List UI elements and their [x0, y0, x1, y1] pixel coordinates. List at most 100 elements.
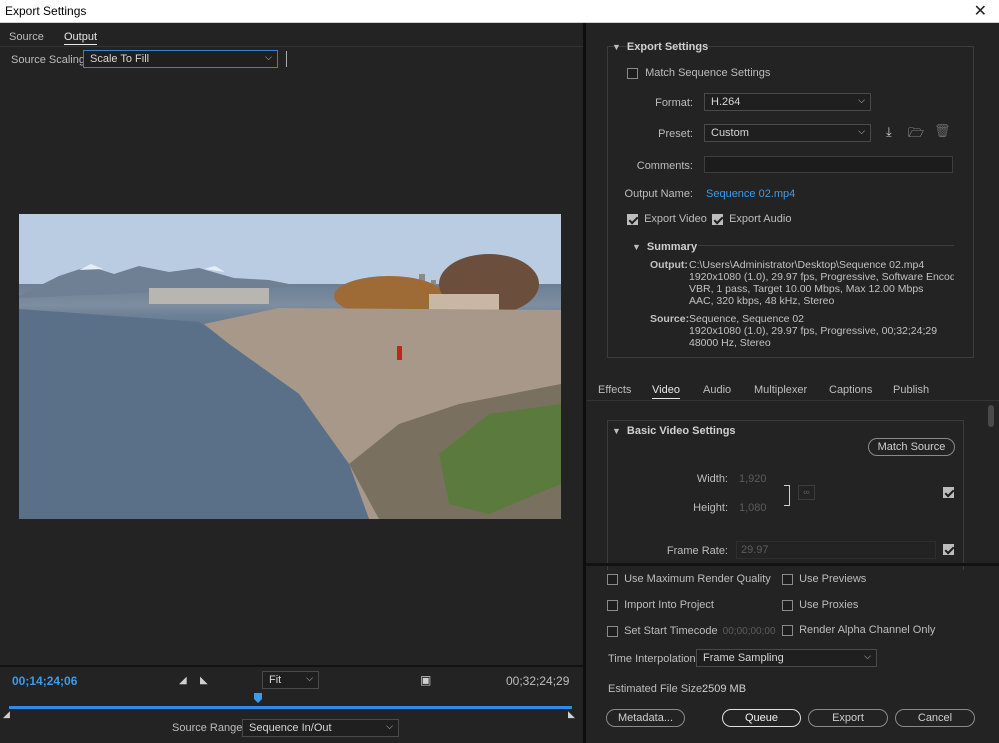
export-video-label: Export Video	[644, 213, 707, 225]
settings-scrollbar[interactable]	[988, 403, 996, 563]
scrollbar-thumb[interactable]	[988, 405, 994, 427]
est-size-value: 2509 MB	[702, 683, 747, 695]
frame-rate-value: 29.97	[741, 544, 769, 556]
preview-panel: Source Output Source Scaling: Scale To F…	[0, 23, 583, 743]
render-alpha-row[interactable]: Render Alpha Channel Only	[782, 624, 935, 636]
preset-dropdown[interactable]: Custom ⌵	[704, 124, 871, 142]
zoom-dropdown[interactable]: Fit ⌵	[262, 671, 319, 689]
format-value: H.264	[711, 96, 741, 108]
end-timecode: 00;32;24;29	[506, 674, 570, 688]
frame-rate-label: Frame Rate:	[666, 545, 728, 557]
comments-label: Comments:	[636, 160, 693, 172]
chevron-down-icon: ⌵	[265, 52, 272, 62]
export-audio-checkbox[interactable]	[712, 213, 723, 225]
summary-source-label: Source:	[650, 313, 690, 325]
collapse-triangle-icon[interactable]: ▼	[612, 426, 621, 436]
current-timecode[interactable]: 00;14;24;06	[12, 674, 77, 688]
start-timecode-row[interactable]: Set Start Timecode 00;00;00;00	[607, 625, 776, 637]
tab-effects[interactable]: Effects	[598, 384, 631, 396]
out-point-icon[interactable]: ◣	[568, 709, 575, 720]
summary-header[interactable]: ▼ Summary	[632, 241, 697, 253]
use-previews-row[interactable]: Use Previews	[782, 573, 866, 585]
save-preset-icon[interactable]: ⤓	[886, 124, 892, 140]
width-value[interactable]: 1,920	[739, 473, 767, 485]
zoom-value: Fit	[269, 674, 282, 686]
chain-link-icon[interactable]: ∞	[798, 485, 815, 500]
chevron-down-icon: ⌵	[306, 673, 313, 683]
beach-scene-image	[19, 214, 561, 519]
video-preview	[19, 214, 561, 519]
output-name-label: Output Name:	[624, 188, 693, 200]
summary-source-line: 48000 Hz, Stereo	[689, 337, 771, 349]
queue-button[interactable]: Queue	[722, 709, 801, 727]
export-audio-label: Export Audio	[729, 213, 792, 225]
format-dropdown[interactable]: H.264 ⌵	[704, 93, 871, 111]
width-label: Width:	[696, 473, 728, 485]
collapse-triangle-icon[interactable]: ▼	[612, 42, 621, 52]
preview-divider	[0, 665, 583, 667]
render-alpha-checkbox[interactable]	[782, 624, 793, 636]
max-render-row[interactable]: Use Maximum Render Quality	[607, 573, 771, 585]
source-scaling-dropdown[interactable]: Scale To Fill ⌵	[83, 50, 278, 68]
timeline-scrubber[interactable]	[9, 706, 572, 709]
export-video-row[interactable]: Export Video	[627, 213, 707, 225]
frame-rate-dropdown[interactable]: 29.97	[736, 541, 936, 559]
aspect-link-bracket	[784, 485, 790, 506]
in-point-icon[interactable]: ◢	[3, 709, 10, 720]
cancel-button[interactable]: Cancel	[895, 709, 975, 727]
tab-video[interactable]: Video	[652, 384, 680, 399]
source-range-label: Source Range:	[172, 722, 246, 734]
tab-captions[interactable]: Captions	[829, 384, 872, 396]
chevron-down-icon: ⌵	[858, 126, 865, 136]
match-source-button[interactable]: Match Source	[868, 438, 955, 456]
playhead-handle[interactable]	[254, 693, 262, 703]
use-proxies-label: Use Proxies	[799, 599, 859, 611]
size-match-checkbox[interactable]	[943, 487, 954, 498]
match-sequence-row[interactable]: Match Sequence Settings	[627, 67, 770, 79]
time-interp-dropdown[interactable]: Frame Sampling ⌵	[696, 649, 877, 667]
summary-output-line: 1920x1080 (1.0), 29.97 fps, Progressive,…	[689, 271, 954, 283]
tab-output[interactable]: Output	[64, 31, 98, 45]
export-button[interactable]: Export	[808, 709, 888, 727]
aspect-ratio-icon[interactable]: ▣	[420, 673, 431, 687]
summary-output-line: AAC, 320 kbps, 48 kHz, Stereo	[689, 295, 835, 307]
export-settings-header[interactable]: ▼ Export Settings	[612, 41, 708, 53]
options-divider	[586, 563, 999, 566]
import-project-checkbox[interactable]	[607, 599, 618, 611]
close-icon[interactable]: ✕	[974, 1, 987, 21]
summary-source-line: 1920x1080 (1.0), 29.97 fps, Progressive,…	[689, 325, 938, 337]
tab-source[interactable]: Source	[9, 31, 44, 43]
import-project-label: Import Into Project	[624, 599, 714, 611]
start-timecode-value[interactable]: 00;00;00;00	[723, 626, 776, 637]
match-sequence-checkbox[interactable]	[627, 67, 638, 79]
preset-value: Custom	[711, 127, 749, 139]
output-name-link[interactable]: Sequence 02.mp4	[706, 188, 795, 200]
use-previews-label: Use Previews	[799, 573, 867, 585]
settings-tabs: Effects Video Audio Multiplexer Captions…	[586, 381, 999, 401]
max-render-checkbox[interactable]	[607, 573, 618, 585]
source-output-tabs: Source Output	[0, 29, 583, 47]
import-preset-icon[interactable]: 🗁	[908, 124, 924, 146]
comments-input[interactable]	[704, 156, 953, 173]
import-project-row[interactable]: Import Into Project	[607, 599, 714, 611]
collapse-triangle-icon[interactable]: ▼	[632, 242, 641, 252]
summary-rule	[698, 245, 954, 246]
export-audio-row[interactable]: Export Audio	[712, 213, 791, 225]
source-range-dropdown[interactable]: Sequence In/Out ⌵	[242, 719, 399, 737]
tab-multiplexer[interactable]: Multiplexer	[754, 384, 807, 396]
mark-in-icon[interactable]: ◢	[179, 675, 187, 686]
export-video-checkbox[interactable]	[627, 213, 638, 225]
match-sequence-label: Match Sequence Settings	[645, 67, 771, 79]
mark-out-icon[interactable]: ◣	[200, 675, 208, 686]
metadata-button[interactable]: Metadata...	[606, 709, 685, 727]
use-proxies-row[interactable]: Use Proxies	[782, 599, 858, 611]
height-value[interactable]: 1,080	[739, 502, 767, 514]
frame-rate-checkbox[interactable]	[943, 544, 954, 555]
tab-publish[interactable]: Publish	[893, 384, 929, 396]
delete-preset-icon[interactable]: 🗑	[934, 123, 951, 139]
use-proxies-checkbox[interactable]	[782, 599, 793, 611]
use-previews-checkbox[interactable]	[782, 573, 793, 585]
tab-audio[interactable]: Audio	[703, 384, 731, 396]
basic-video-header[interactable]: ▼ Basic Video Settings	[612, 425, 736, 437]
start-timecode-checkbox[interactable]	[607, 625, 618, 637]
